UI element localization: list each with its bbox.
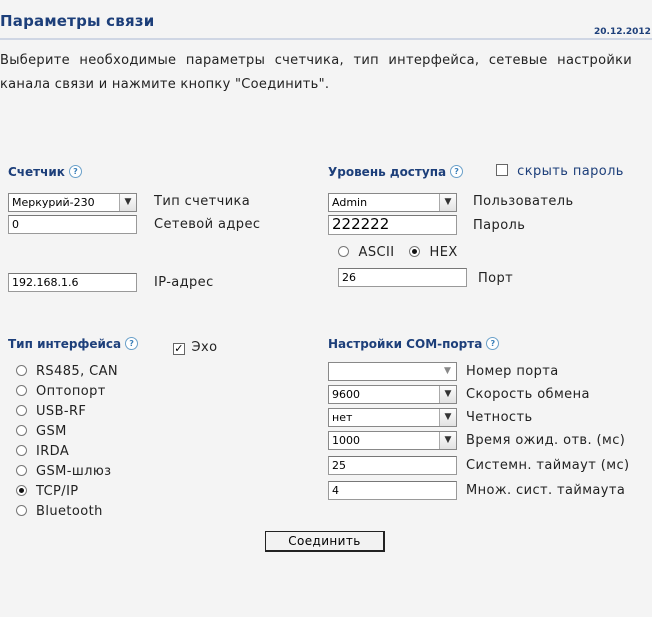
interface-radio[interactable] bbox=[16, 485, 27, 496]
interface-radio[interactable] bbox=[16, 385, 27, 396]
ip-address-label: IP-адрес bbox=[154, 275, 214, 290]
password-input[interactable]: 222222 bbox=[328, 215, 457, 235]
network-address-input[interactable]: 0 bbox=[8, 215, 137, 234]
interface-option-label[interactable]: IRDA bbox=[36, 444, 69, 459]
user-select[interactable]: Admin ▼ bbox=[328, 193, 457, 212]
system-timeout-input[interactable]: 25 bbox=[328, 456, 457, 475]
echo-toggle[interactable]: ✓ Эхо bbox=[173, 340, 217, 355]
parity-value: нет bbox=[332, 411, 353, 424]
interface-option[interactable]: RS485, CAN bbox=[16, 364, 118, 379]
interface-radio[interactable] bbox=[16, 405, 27, 416]
meter-type-label: Тип счетчика bbox=[154, 194, 251, 209]
com-port-number-label: Номер порта bbox=[466, 364, 559, 379]
interface-option[interactable]: Bluetooth bbox=[16, 504, 103, 519]
encoding-ascii-radio[interactable] bbox=[338, 246, 349, 257]
chevron-down-icon[interactable]: ▼ bbox=[439, 409, 456, 426]
meter-heading-label: Счетчик bbox=[8, 165, 65, 179]
parity-label: Четность bbox=[466, 410, 533, 425]
chevron-down-icon[interactable]: ▼ bbox=[439, 194, 456, 211]
interface-section-heading: Тип интерфейса? bbox=[8, 337, 139, 351]
interface-option[interactable]: GSM bbox=[16, 424, 67, 439]
interface-option-label[interactable]: TCP/IP bbox=[36, 484, 79, 499]
encoding-hex-label[interactable]: HEX bbox=[430, 245, 458, 260]
port-input[interactable]: 26 bbox=[338, 268, 467, 287]
interface-option[interactable]: IRDA bbox=[16, 444, 69, 459]
port-label: Порт bbox=[478, 271, 514, 286]
interface-option-label[interactable]: Bluetooth bbox=[36, 504, 103, 519]
hide-password-checkbox[interactable] bbox=[496, 164, 508, 176]
interface-option[interactable]: Оптопорт bbox=[16, 384, 106, 399]
echo-checkbox[interactable]: ✓ bbox=[173, 343, 185, 355]
intro-text: Выберите необходимые параметры счетчика,… bbox=[0, 53, 632, 92]
page-title: Параметры связи bbox=[0, 12, 155, 30]
response-wait-label: Время ожид. отв. (мс) bbox=[466, 433, 626, 448]
help-icon[interactable]: ? bbox=[68, 165, 82, 178]
page-date: 20.12.2012 bbox=[594, 27, 651, 37]
interface-option[interactable]: GSM-шлюз bbox=[16, 464, 112, 479]
help-icon[interactable]: ? bbox=[450, 165, 464, 178]
interface-radio[interactable] bbox=[16, 465, 27, 476]
com-port-number-select[interactable]: ▼ bbox=[328, 362, 457, 381]
connect-button[interactable]: Соединить bbox=[265, 531, 385, 552]
baud-rate-label: Скорость обмена bbox=[466, 387, 590, 402]
meter-type-select[interactable]: Меркурий-230 ▼ bbox=[8, 193, 137, 212]
meter-section-heading: Счетчик? bbox=[8, 165, 82, 179]
interface-option-label[interactable]: GSM-шлюз bbox=[36, 464, 112, 479]
echo-label[interactable]: Эхо bbox=[192, 340, 218, 355]
interface-option-label[interactable]: RS485, CAN bbox=[36, 364, 118, 379]
interface-heading-label: Тип интерфейса bbox=[8, 337, 122, 351]
chevron-down-icon[interactable]: ▼ bbox=[439, 363, 456, 380]
user-label: Пользователь bbox=[473, 194, 574, 209]
encoding-hex-radio[interactable] bbox=[408, 246, 420, 257]
interface-radio[interactable] bbox=[16, 505, 27, 516]
interface-option-label[interactable]: Оптопорт bbox=[36, 384, 106, 399]
network-address-label: Сетевой адрес bbox=[154, 217, 261, 232]
interface-radio[interactable] bbox=[16, 365, 27, 376]
chevron-down-icon[interactable]: ▼ bbox=[439, 432, 456, 449]
encoding-ascii-label[interactable]: ASCII bbox=[359, 245, 395, 260]
user-value: Admin bbox=[332, 196, 368, 209]
encoding-options: ASCII HEX bbox=[338, 245, 458, 260]
timeout-multiplier-input[interactable]: 4 bbox=[328, 481, 457, 500]
baud-rate-select[interactable]: 9600 ▼ bbox=[328, 385, 457, 404]
interface-option-label[interactable]: GSM bbox=[36, 424, 67, 439]
access-heading-label: Уровень доступа bbox=[328, 165, 447, 179]
hide-password-toggle[interactable]: скрыть пароль bbox=[496, 164, 624, 179]
password-label: Пароль bbox=[473, 218, 526, 233]
title-divider bbox=[0, 38, 652, 40]
help-icon[interactable]: ? bbox=[125, 337, 139, 350]
hide-password-label[interactable]: скрыть пароль bbox=[517, 164, 624, 179]
com-heading-label: Настройки COM-порта bbox=[328, 337, 483, 351]
baud-rate-value: 9600 bbox=[332, 388, 360, 401]
system-timeout-label: Системн. таймаут (мс) bbox=[466, 458, 630, 473]
response-wait-value: 1000 bbox=[332, 434, 360, 447]
interface-radio[interactable] bbox=[16, 425, 27, 436]
interface-radio[interactable] bbox=[16, 445, 27, 456]
com-section-heading: Настройки COM-порта? bbox=[328, 337, 500, 351]
timeout-multiplier-label: Множ. сист. таймаута bbox=[466, 483, 626, 498]
access-section-heading: Уровень доступа? bbox=[328, 165, 464, 179]
chevron-down-icon[interactable]: ▼ bbox=[119, 194, 136, 211]
parity-select[interactable]: нет ▼ bbox=[328, 408, 457, 427]
meter-type-value: Меркурий-230 bbox=[12, 196, 95, 209]
help-icon[interactable]: ? bbox=[486, 337, 500, 350]
interface-option-label[interactable]: USB-RF bbox=[36, 404, 86, 419]
response-wait-select[interactable]: 1000 ▼ bbox=[328, 431, 457, 450]
interface-option[interactable]: TCP/IP bbox=[16, 484, 79, 499]
interface-option[interactable]: USB-RF bbox=[16, 404, 86, 419]
chevron-down-icon[interactable]: ▼ bbox=[439, 386, 456, 403]
ip-address-input[interactable]: 192.168.1.6 bbox=[8, 273, 137, 292]
